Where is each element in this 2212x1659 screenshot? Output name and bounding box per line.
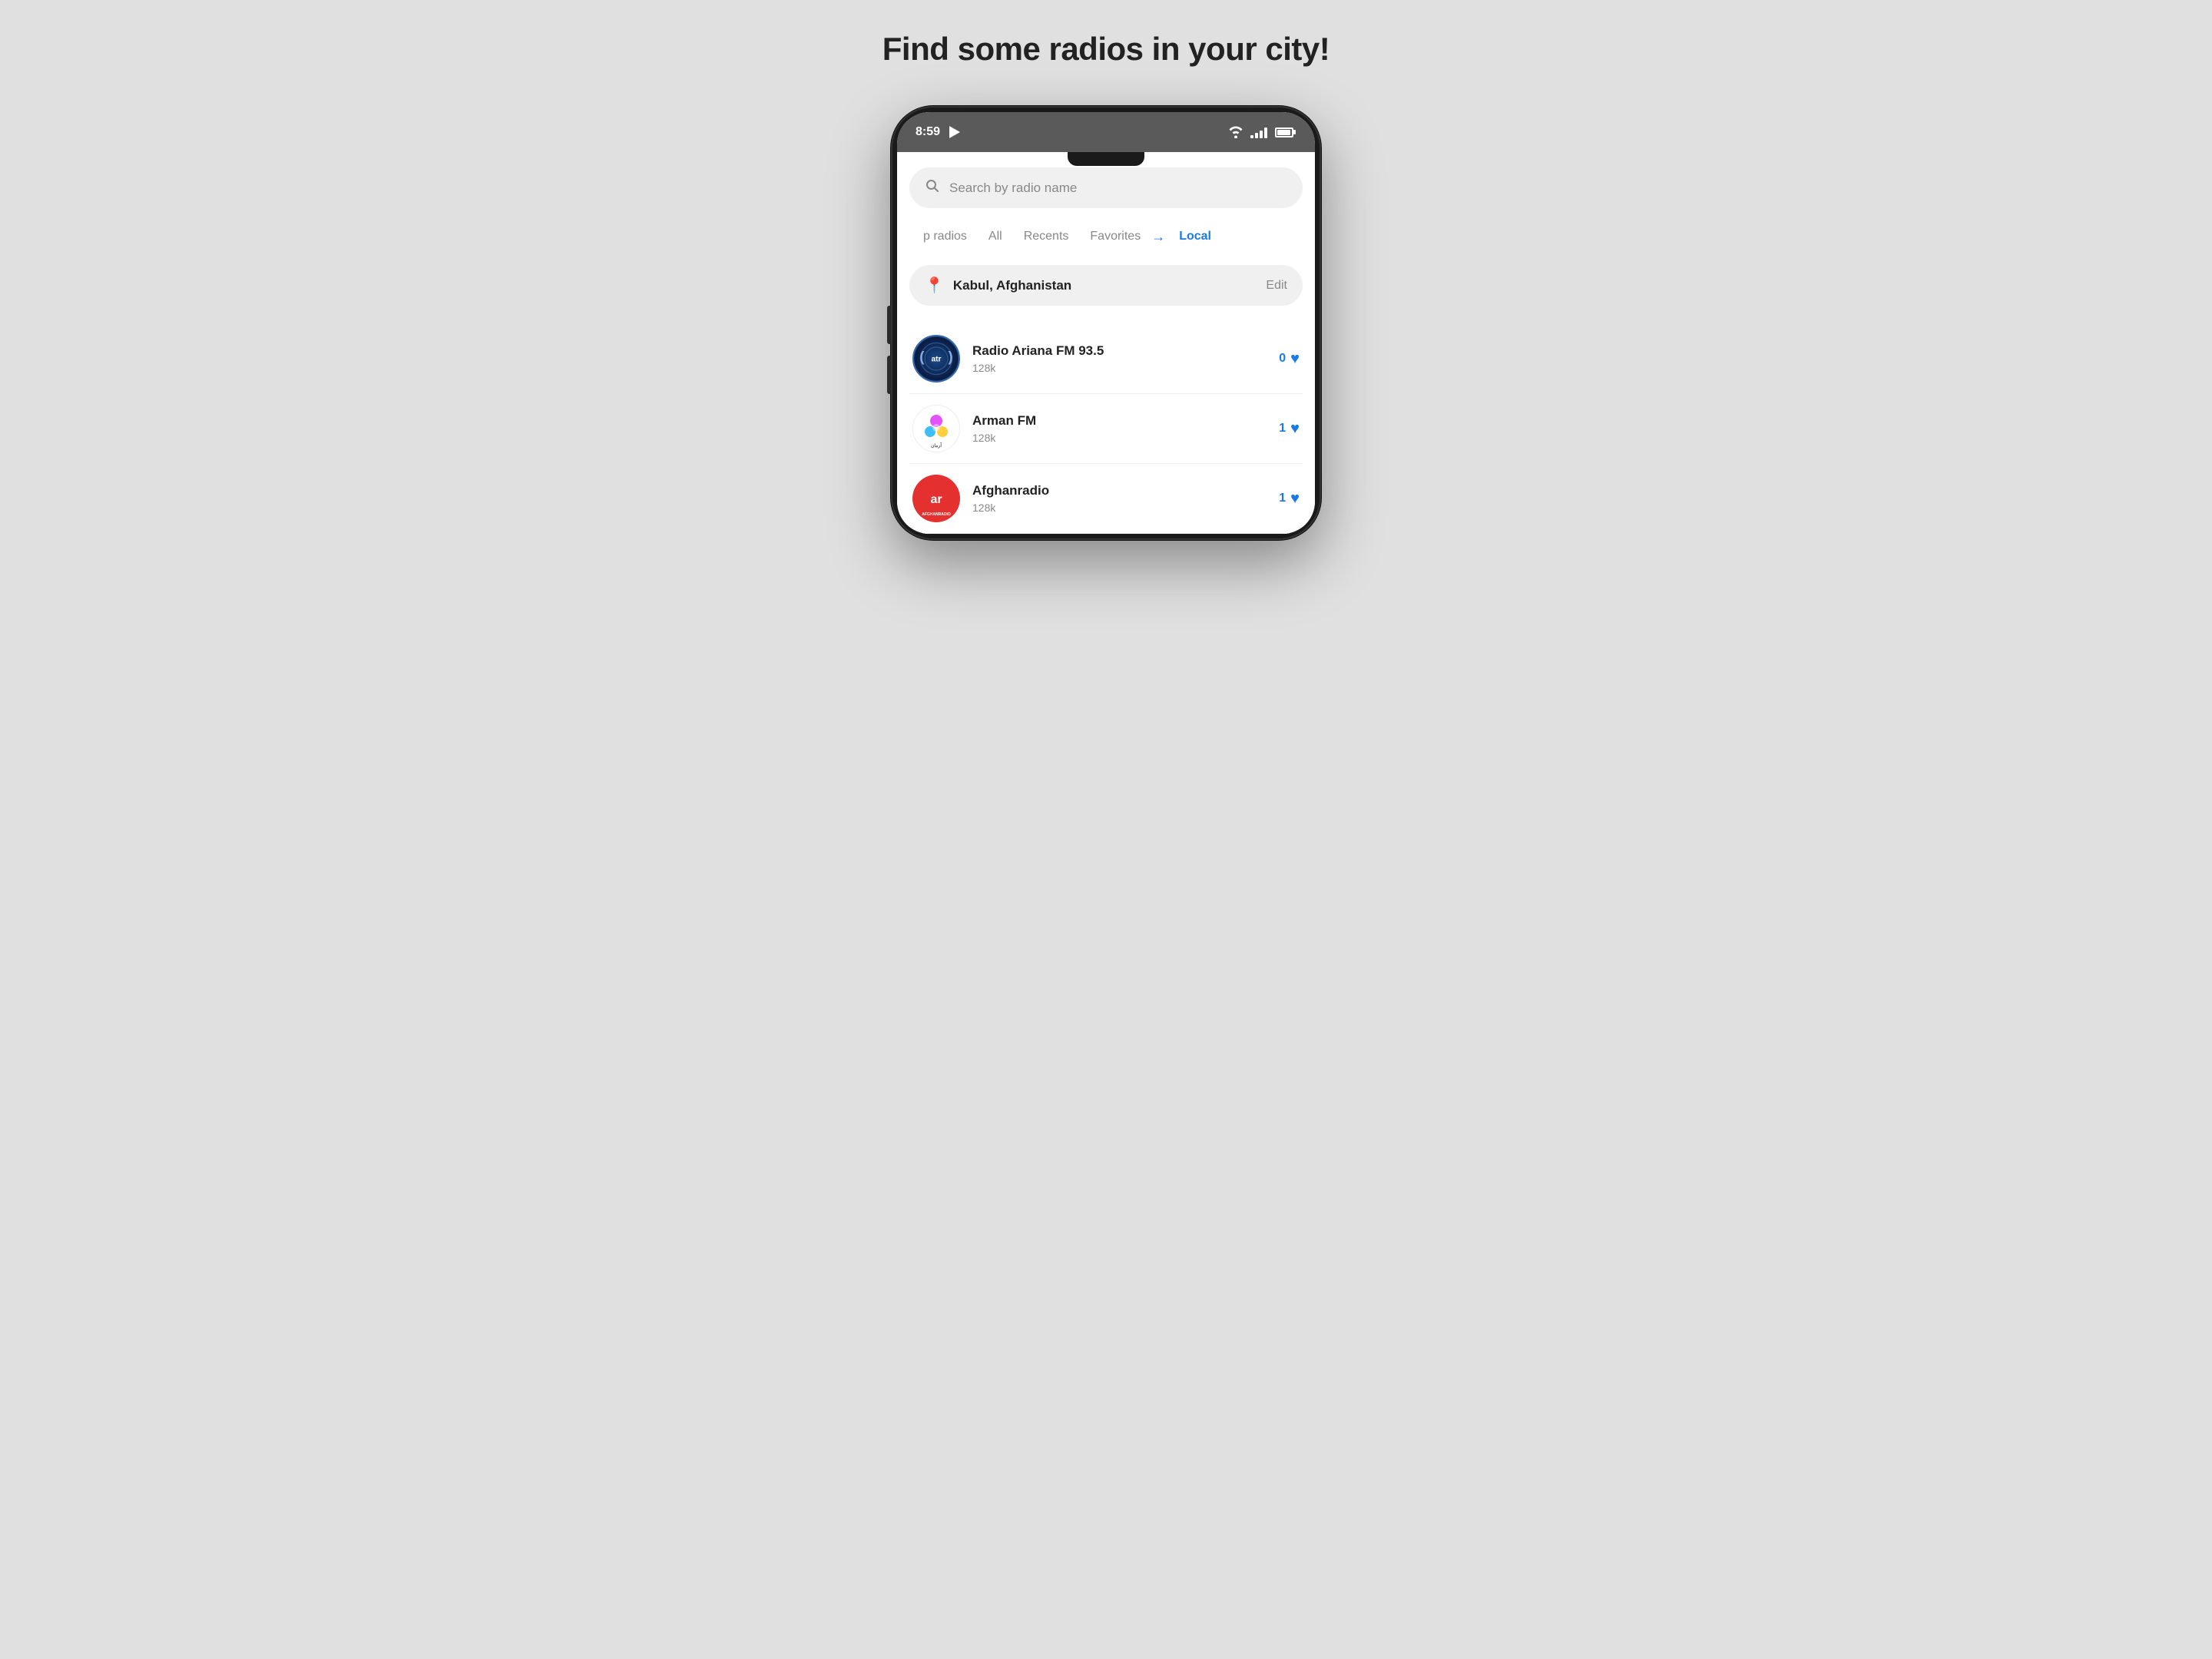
notch — [1068, 152, 1144, 166]
radio-info-arman: Arman FM 128k — [972, 413, 1279, 444]
battery-icon — [1275, 127, 1293, 137]
tab-favorites[interactable]: Favorites — [1079, 224, 1151, 250]
location-pin-icon: 📍 — [925, 276, 944, 295]
phone-wrapper: 8:59 — [891, 106, 1321, 540]
fav-count-arman: 1 — [1279, 422, 1286, 435]
radio-name-afghan: Afghanradio — [972, 483, 1279, 498]
play-icon — [949, 126, 960, 138]
tab-local[interactable]: Local — [1168, 224, 1222, 250]
radio-info-ariana: Radio Ariana FM 93.5 128k — [972, 343, 1279, 374]
svg-text:atr: atr — [931, 356, 941, 364]
radio-fav-arman[interactable]: 1 ♥ — [1279, 420, 1300, 438]
tab-arrow-icon: → — [1151, 229, 1165, 245]
search-icon — [925, 178, 940, 197]
svg-text:(: ( — [919, 349, 925, 365]
search-placeholder: Search by radio name — [949, 180, 1077, 196]
signal-bars-icon — [1250, 126, 1267, 138]
tab-recents[interactable]: Recents — [1013, 224, 1080, 250]
radio-name-arman: Arman FM — [972, 413, 1279, 429]
volume-up-button — [887, 306, 891, 344]
location-left: 📍 Kabul, Afghanistan — [925, 276, 1071, 295]
page-title: Find some radios in your city! — [882, 31, 1330, 68]
svg-text:ar: ar — [930, 493, 942, 506]
status-bar: 8:59 — [897, 112, 1315, 152]
location-name: Kabul, Afghanistan — [953, 278, 1071, 293]
radio-fav-afghan[interactable]: 1 ♥ — [1279, 490, 1300, 508]
status-right — [1227, 126, 1293, 138]
status-time: 8:59 — [916, 125, 940, 139]
svg-text:AFGHANRADIO: AFGHANRADIO — [922, 512, 951, 517]
radio-logo-ariana: atr ( ) — [912, 335, 960, 382]
radio-info-afghan: Afghanradio 128k — [972, 483, 1279, 514]
app-content: Search by radio name p radios All Recent… — [897, 152, 1315, 534]
volume-down-button — [887, 356, 891, 394]
radio-logo-arman: آرمان — [912, 405, 960, 452]
tab-all[interactable]: All — [978, 224, 1013, 250]
svg-text:): ) — [949, 349, 953, 365]
svg-text:آرمان: آرمان — [931, 442, 942, 449]
radio-bitrate-ariana: 128k — [972, 362, 1279, 374]
location-bar[interactable]: 📍 Kabul, Afghanistan Edit — [909, 265, 1303, 306]
radio-list: atr ( ) Radio Ariana FM 93.5 128k 0 — [909, 324, 1303, 534]
radio-bitrate-afghan: 128k — [972, 502, 1279, 514]
radio-logo-afghan: ar AFGHANRADIO — [912, 475, 960, 522]
heart-icon-ariana: ♥ — [1290, 350, 1300, 368]
radio-bitrate-arman: 128k — [972, 432, 1279, 444]
wifi-icon — [1227, 126, 1244, 138]
status-left: 8:59 — [916, 125, 960, 139]
radio-item-arman[interactable]: آرمان Arman FM 128k 1 ♥ — [909, 394, 1303, 464]
radio-item-afghan[interactable]: ar AFGHANRADIO Afghanradio 128k 1 ♥ — [909, 464, 1303, 534]
search-bar[interactable]: Search by radio name — [909, 167, 1303, 208]
radio-name-ariana: Radio Ariana FM 93.5 — [972, 343, 1279, 359]
fav-count-ariana: 0 — [1279, 352, 1286, 366]
phone-screen: 8:59 — [897, 112, 1315, 534]
radio-fav-ariana[interactable]: 0 ♥ — [1279, 350, 1300, 368]
radio-item-ariana[interactable]: atr ( ) Radio Ariana FM 93.5 128k 0 — [909, 324, 1303, 394]
tab-top-radios[interactable]: p radios — [912, 224, 978, 250]
heart-icon-afghan: ♥ — [1290, 490, 1300, 508]
fav-count-afghan: 1 — [1279, 492, 1286, 505]
location-edit-button[interactable]: Edit — [1266, 279, 1287, 293]
tabs-row: p radios All Recents Favorites → Local — [909, 224, 1303, 250]
heart-icon-arman: ♥ — [1290, 420, 1300, 438]
phone-frame: 8:59 — [891, 106, 1321, 540]
